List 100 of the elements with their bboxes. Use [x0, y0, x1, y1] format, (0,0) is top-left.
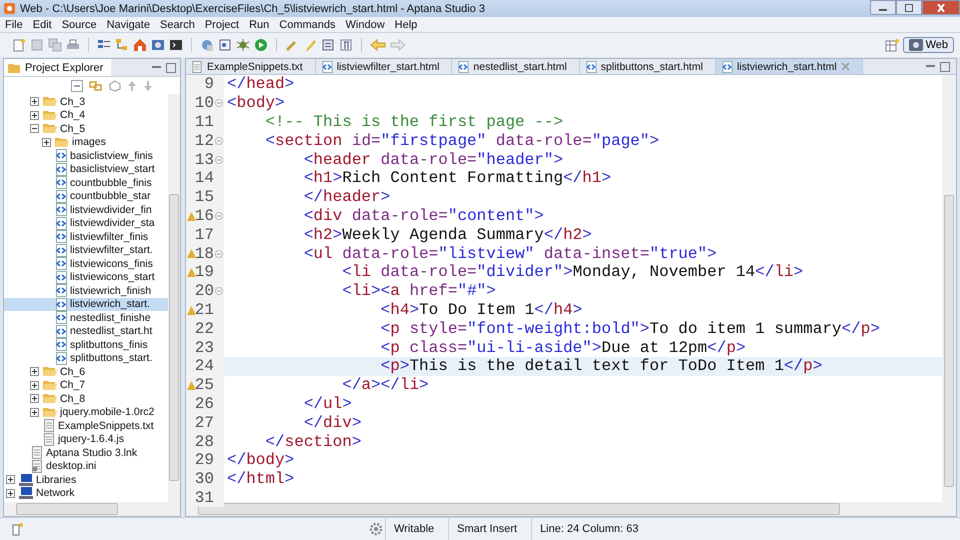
tree-item[interactable]: listviewdivider_fin — [4, 203, 168, 216]
tree-item[interactable]: Ch_4 — [4, 108, 168, 122]
save-icon[interactable] — [30, 38, 44, 52]
close-tab-icon[interactable] — [840, 62, 850, 71]
fold-icon[interactable] — [215, 99, 223, 108]
fold-icon[interactable] — [215, 250, 223, 258]
block-icon[interactable] — [321, 38, 335, 52]
editor-tab[interactable]: listviewfilter_start.html — [316, 59, 452, 74]
tree-item[interactable]: Aptana Studio 3.lnk — [4, 446, 168, 460]
expander-icon[interactable] — [30, 367, 39, 376]
editor-tab[interactable]: listviewrich_start.html — [716, 59, 863, 74]
tree-item[interactable]: nestedlist_start.ht — [4, 324, 168, 338]
fold-icon[interactable] — [215, 136, 223, 145]
tree-item[interactable]: listviewfilter_start. — [4, 244, 168, 257]
tree-item[interactable]: listviewrich_start. — [4, 298, 168, 311]
menu-item[interactable]: Run — [249, 18, 270, 30]
cube-icon[interactable] — [109, 80, 121, 92]
tree-item[interactable]: countbubble_star — [4, 190, 168, 203]
monitor-icon[interactable] — [151, 38, 165, 52]
tree-item[interactable]: desktop.ini — [4, 460, 168, 473]
globe-icon[interactable] — [200, 38, 214, 52]
menu-item[interactable]: Search — [160, 18, 195, 30]
tree-item[interactable]: Ch_6 — [4, 365, 168, 378]
menu-item[interactable]: File — [5, 18, 23, 30]
expander-icon[interactable] — [30, 110, 39, 120]
save-all-icon[interactable] — [48, 38, 62, 52]
line-number: 23 — [194, 338, 214, 357]
text-file-icon — [43, 432, 55, 446]
horizontal-scrollbar[interactable] — [4, 502, 180, 516]
expander-icon[interactable] — [30, 394, 39, 404]
tree-item[interactable]: images — [4, 136, 168, 149]
explorer-tab[interactable]: Project Explorer — [4, 59, 112, 76]
tree-item[interactable]: Libraries — [4, 473, 168, 486]
tree-item[interactable]: listviewicons_finis — [4, 257, 168, 270]
tree-item[interactable]: nestedlist_finishe — [4, 311, 168, 324]
up-arrow-icon[interactable] — [127, 80, 137, 92]
fold-icon[interactable] — [215, 287, 223, 296]
perspective-icon — [908, 39, 923, 51]
menu-item[interactable]: Project — [204, 18, 240, 30]
editor-tab[interactable]: nestedlist_start.html — [452, 59, 580, 74]
menu-item[interactable]: Commands — [279, 18, 336, 30]
down-arrow-icon[interactable] — [143, 80, 153, 92]
fold-icon[interactable] — [215, 212, 223, 220]
tree-item[interactable]: basiclistview_finis — [4, 149, 168, 162]
editor-tab[interactable]: splitbuttons_start.html — [580, 59, 716, 74]
tree-item[interactable]: listviewicons_start — [4, 270, 168, 284]
horizontal-scrollbar[interactable] — [186, 502, 956, 516]
fold-icon[interactable] — [215, 156, 223, 164]
tree-item[interactable]: Ch_5 — [4, 122, 168, 136]
code-line: <!-- This is the first page --> — [264, 112, 564, 131]
play-icon[interactable] — [254, 38, 268, 52]
new-file-icon[interactable] — [12, 38, 26, 52]
view-icon[interactable] — [12, 522, 24, 536]
tree-item[interactable]: countbubble_finis — [4, 176, 168, 190]
collapse-all-icon[interactable] — [71, 80, 83, 92]
tree-item[interactable]: splitbuttons_start. — [4, 352, 168, 365]
tree-item[interactable]: Ch_8 — [4, 392, 168, 406]
gear-icon[interactable] — [369, 522, 385, 536]
tree-item[interactable]: splitbuttons_finis — [4, 338, 168, 352]
tree-item[interactable]: listviewrich_finish — [4, 284, 168, 298]
expander-icon[interactable] — [30, 380, 39, 390]
expander-icon[interactable] — [6, 488, 15, 498]
document-icon[interactable] — [218, 38, 232, 52]
tree-item[interactable]: listviewfilter_finis — [4, 230, 168, 244]
menu-item[interactable]: Help — [394, 18, 418, 30]
menu-item[interactable]: Edit — [32, 18, 52, 30]
perspective-button[interactable]: Web — [902, 37, 954, 53]
bug-icon[interactable] — [236, 38, 250, 52]
terminal-icon[interactable] — [169, 38, 183, 52]
scrollbar[interactable] — [168, 94, 180, 502]
expander-icon[interactable] — [6, 475, 15, 484]
expander-icon[interactable] — [42, 138, 51, 147]
tree-item[interactable]: Network — [4, 486, 168, 500]
close-button[interactable] — [922, 0, 960, 15]
open-perspective-icon[interactable] — [884, 38, 899, 52]
menu-item[interactable]: Window — [346, 18, 385, 30]
tree-item[interactable]: jquery.mobile-1.0rc2 — [4, 406, 168, 419]
tree-item[interactable]: Ch_3 — [4, 95, 168, 108]
maximize-icon[interactable] — [166, 62, 176, 72]
expander-icon[interactable] — [30, 408, 39, 417]
link-icon[interactable] — [89, 80, 103, 92]
maximize-button[interactable] — [896, 0, 922, 15]
tree-item[interactable]: basiclistview_start — [4, 162, 168, 176]
tree-item[interactable]: jquery-1.6.4.js — [4, 432, 168, 446]
menu-item[interactable]: Navigate — [106, 18, 150, 30]
back-arrow-icon[interactable] — [370, 38, 386, 52]
scrollbar[interactable] — [942, 75, 956, 502]
tree-item[interactable]: listviewdivider_sta — [4, 216, 168, 230]
print-icon[interactable] — [66, 38, 80, 52]
html-file-icon — [55, 244, 67, 257]
tree-item[interactable]: ExampleSnippets.txt — [4, 419, 168, 432]
menu-item[interactable]: Source — [62, 18, 97, 30]
expander-icon[interactable] — [30, 124, 39, 134]
hierarchy-icon[interactable] — [115, 38, 129, 52]
minimize-button[interactable] — [870, 0, 896, 15]
tree-item[interactable]: Ch_7 — [4, 378, 168, 392]
home-icon[interactable] — [133, 38, 147, 52]
maximize-icon[interactable] — [940, 62, 950, 72]
editor-tab[interactable]: ExampleSnippets.txt — [186, 59, 316, 74]
expander-icon[interactable] — [30, 97, 39, 106]
